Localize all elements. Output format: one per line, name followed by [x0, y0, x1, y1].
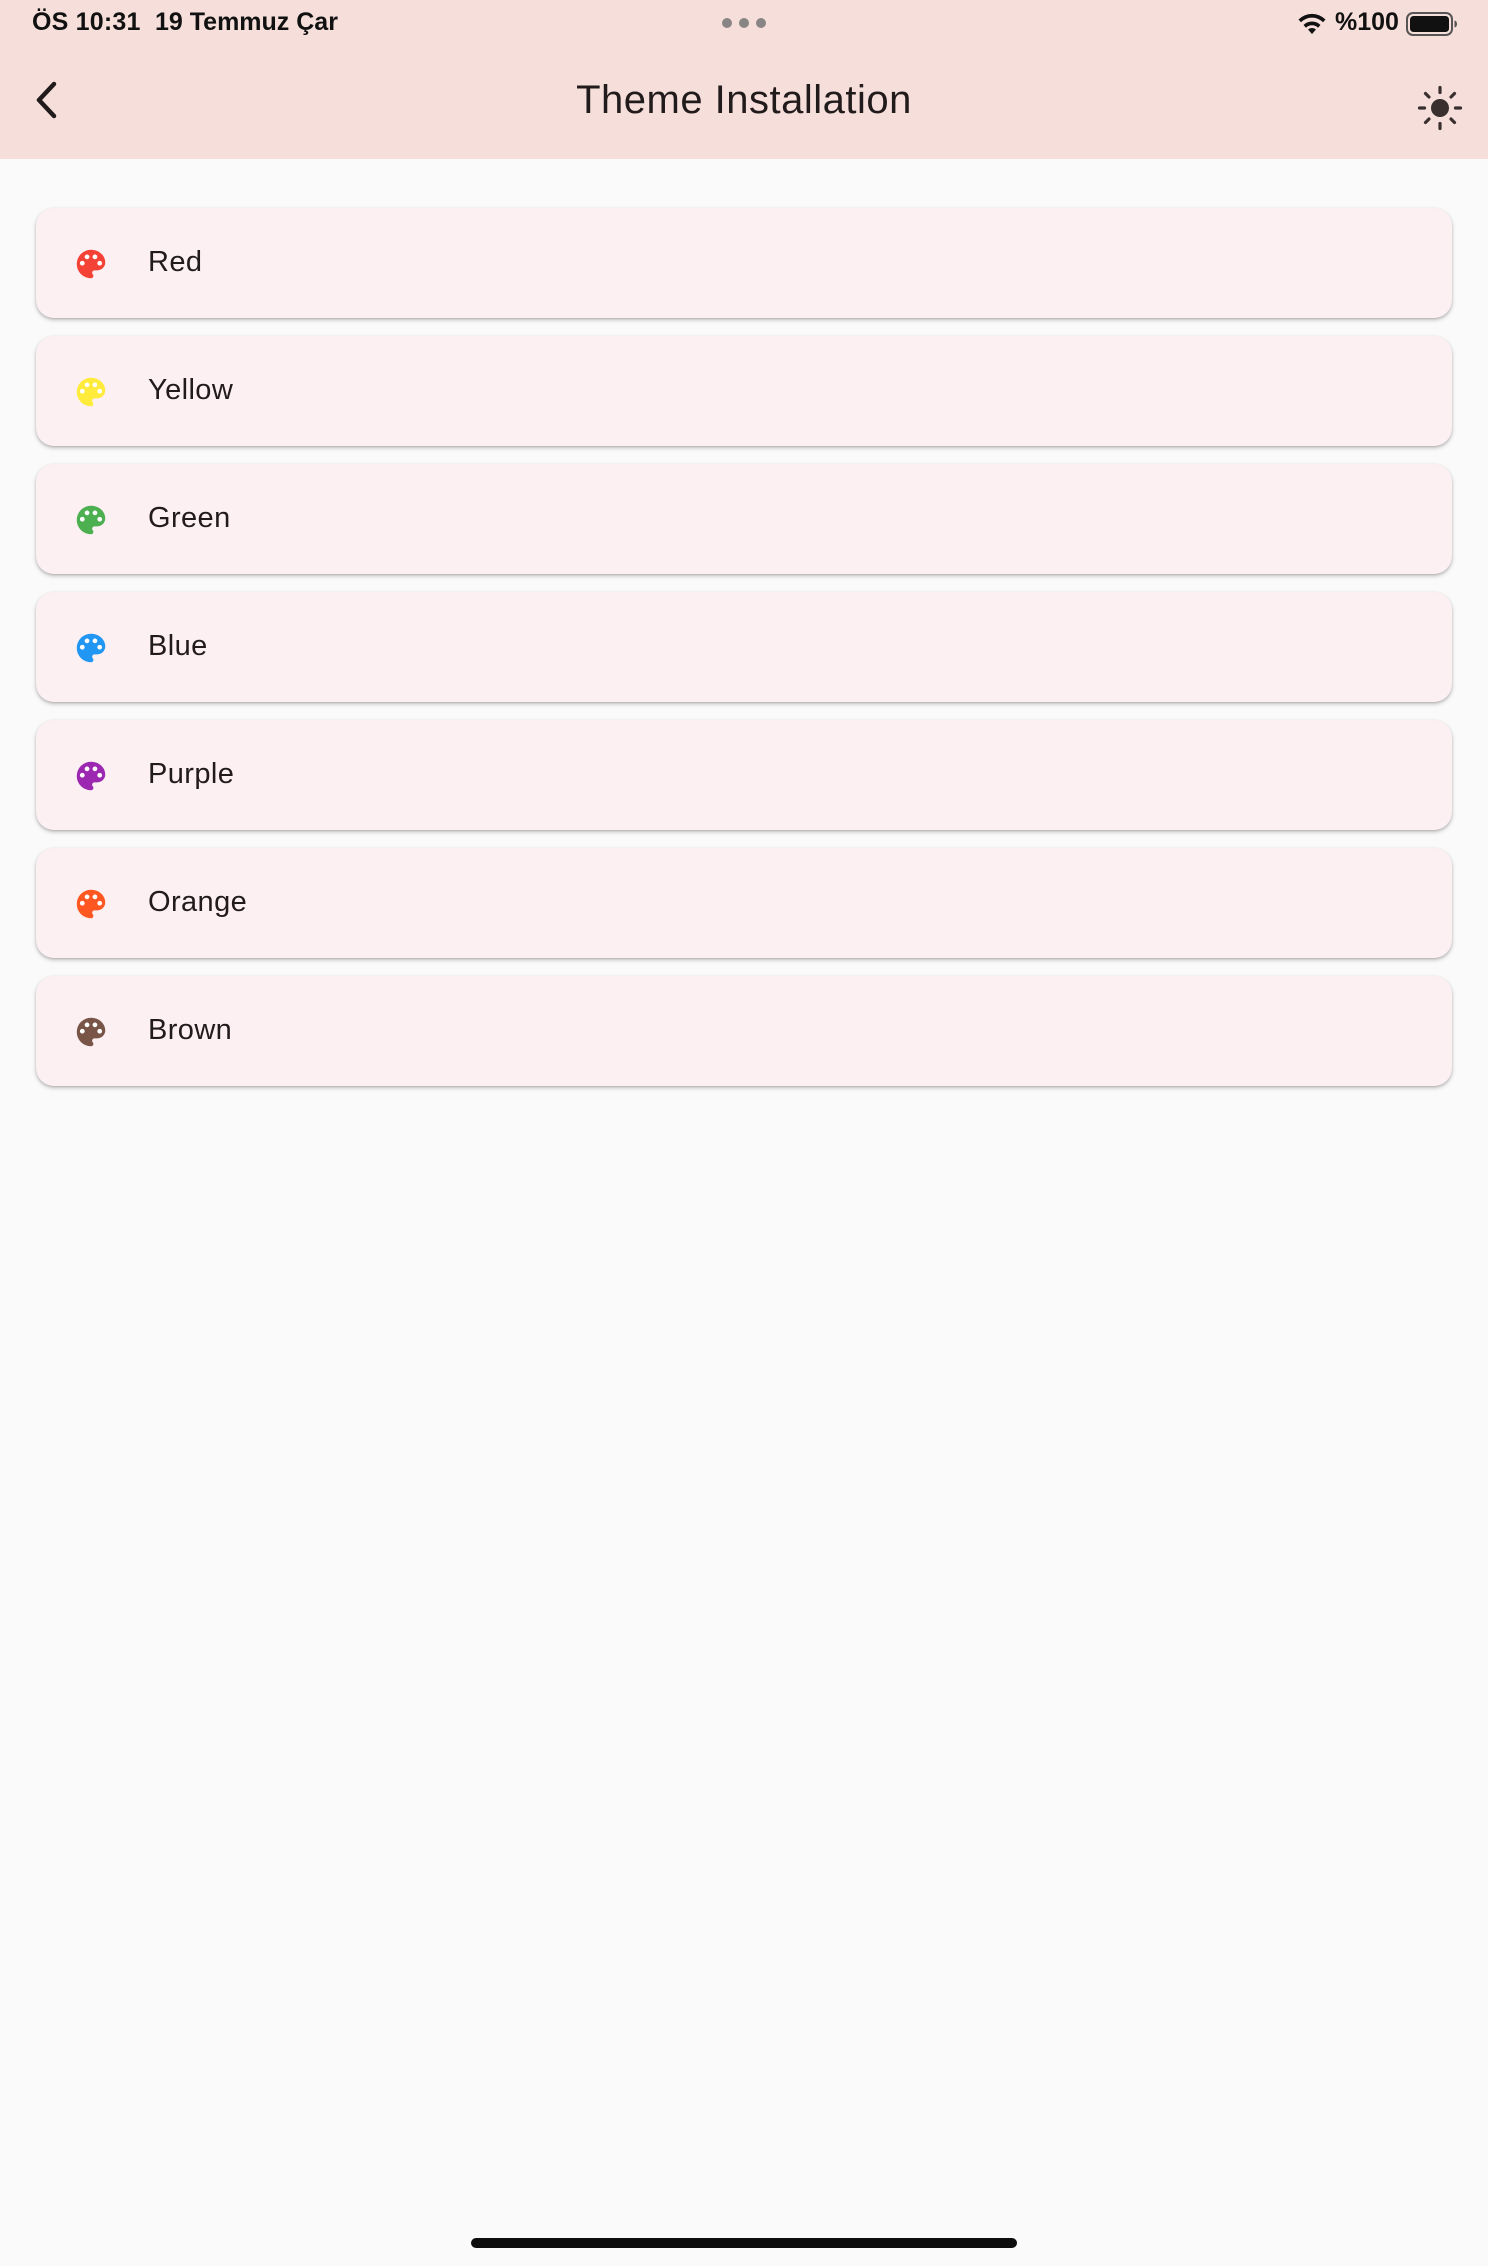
theme-item-label: Yellow [148, 374, 234, 406]
theme-item-purple[interactable]: Purple [36, 720, 1452, 830]
status-date: 19 Temmuz Çar [155, 8, 338, 36]
theme-item-label: Blue [148, 630, 208, 662]
theme-item-yellow[interactable]: Yellow [36, 336, 1452, 446]
status-bar: ÖS 10:31 19 Temmuz Çar %100 [0, 0, 1488, 48]
theme-item-orange[interactable]: Orange [36, 848, 1452, 958]
home-indicator[interactable] [471, 2238, 1017, 2248]
header: ÖS 10:31 19 Temmuz Çar %100 Theme Instal [0, 0, 1488, 159]
palette-icon [76, 1017, 106, 1047]
theme-item-label: Green [148, 502, 231, 534]
page-title: Theme Installation [576, 78, 912, 122]
battery-percentage: %100 [1335, 8, 1399, 36]
theme-installation-screen: ÖS 10:31 19 Temmuz Çar %100 Theme Instal [0, 0, 1488, 2266]
wifi-icon [1298, 13, 1326, 34]
theme-item-label: Purple [148, 758, 235, 790]
battery-icon [1406, 12, 1457, 36]
app-bar: Theme Installation [0, 48, 1488, 159]
palette-icon [76, 761, 106, 791]
multitasking-dots-icon[interactable] [722, 18, 766, 28]
theme-item-label: Red [148, 246, 203, 278]
palette-icon [76, 505, 106, 535]
palette-icon [76, 249, 106, 279]
theme-item-green[interactable]: Green [36, 464, 1452, 574]
brightness-toggle-button[interactable] [1412, 80, 1468, 136]
palette-icon [76, 889, 106, 919]
theme-item-red[interactable]: Red [36, 208, 1452, 318]
palette-icon [76, 633, 106, 663]
theme-item-label: Orange [148, 886, 248, 918]
theme-item-blue[interactable]: Blue [36, 592, 1452, 702]
status-time: ÖS 10:31 [32, 8, 141, 36]
theme-list: Red Yellow Green Blue Purple Orange Brown [36, 208, 1452, 1104]
brightness-icon [1417, 85, 1463, 131]
theme-item-brown[interactable]: Brown [36, 976, 1452, 1086]
theme-item-label: Brown [148, 1014, 233, 1046]
palette-icon [76, 377, 106, 407]
